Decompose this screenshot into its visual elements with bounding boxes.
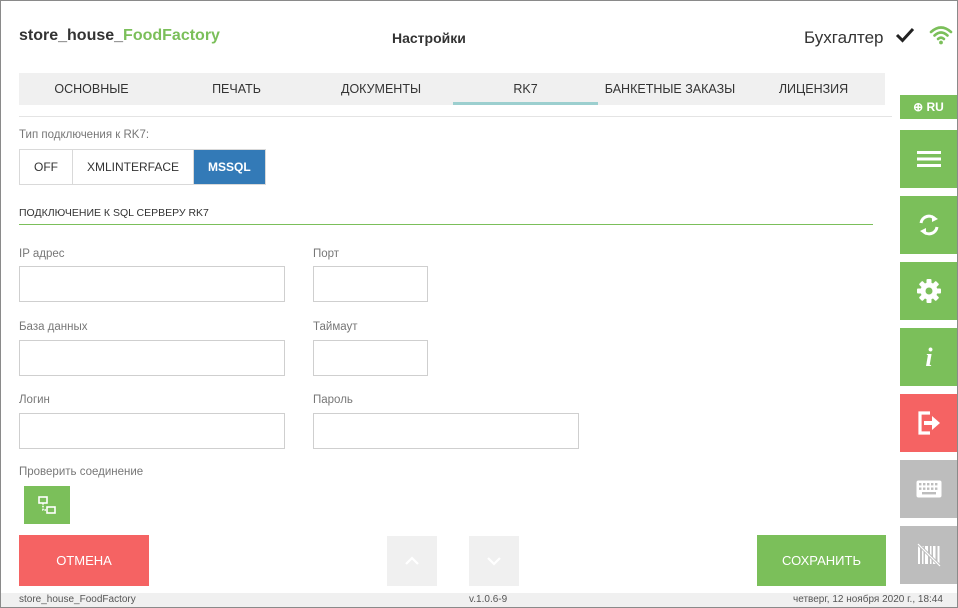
header: store_house_FoodFactory Настройки Бухгал… <box>1 1 957 65</box>
tabs-divider <box>19 116 892 117</box>
ip-address-label: IP адрес <box>19 248 65 260</box>
chevron-up-icon <box>405 556 419 565</box>
check-icon <box>895 27 915 43</box>
password-input[interactable] <box>313 413 579 449</box>
tab-documents[interactable]: ДОКУМЕНТЫ <box>309 73 453 105</box>
footer-app-name: store_house_FoodFactory <box>19 594 136 605</box>
timeout-input[interactable] <box>313 340 428 376</box>
tab-main[interactable]: ОСНОВНЫЕ <box>19 73 164 105</box>
tab-license[interactable]: ЛИЦЕНЗИЯ <box>742 73 885 105</box>
brand-prefix: store_house_ <box>19 27 124 44</box>
cancel-button[interactable]: ОТМЕНА <box>19 535 149 586</box>
keyboard-button[interactable] <box>900 460 957 518</box>
logout-button[interactable] <box>900 394 957 452</box>
login-input[interactable] <box>19 413 285 449</box>
login-label: Логин <box>19 394 50 406</box>
svg-text:i: i <box>925 344 933 370</box>
sync-icon <box>919 214 938 236</box>
section-divider <box>19 224 873 225</box>
sync-button[interactable] <box>900 196 957 254</box>
status-bar: store_house_FoodFactory v.1.0.6-9 четвер… <box>1 593 957 607</box>
app-window: store_house_FoodFactory Настройки Бухгал… <box>0 0 958 608</box>
scroll-up-button[interactable] <box>387 536 437 586</box>
database-input[interactable] <box>19 340 285 376</box>
menu-button[interactable] <box>900 130 957 188</box>
network-icon <box>38 496 56 514</box>
footer-version: v.1.0.6-9 <box>469 594 508 605</box>
brand-accent: FoodFactory <box>123 27 220 44</box>
settings-button[interactable] <box>900 262 957 320</box>
port-label: Порт <box>313 248 340 260</box>
gear-icon <box>916 279 941 303</box>
tab-print[interactable]: ПЕЧАТЬ <box>164 73 309 105</box>
ip-address-input[interactable] <box>19 266 285 302</box>
menu-icon <box>916 151 941 167</box>
timeout-label: Таймаут <box>313 321 358 333</box>
port-input[interactable] <box>313 266 428 302</box>
settings-tabs: ОСНОВНЫЕ ПЕЧАТЬ ДОКУМЕНТЫ RK7 БАНКЕТНЫЕ … <box>19 73 885 105</box>
password-label: Пароль <box>313 394 353 406</box>
scroll-down-button[interactable] <box>469 536 519 586</box>
barcode-button[interactable] <box>900 526 957 584</box>
user-name: Бухгалтер <box>804 28 884 47</box>
info-button[interactable]: i <box>900 328 957 386</box>
info-icon: i <box>925 344 933 370</box>
app-brand: store_house_FoodFactory <box>19 27 220 45</box>
barcode-icon <box>916 543 941 567</box>
check-connection-label: Проверить соединение <box>19 466 144 478</box>
tab-rk7[interactable]: RK7 <box>453 73 598 105</box>
save-button[interactable]: СОХРАНИТЬ <box>757 535 886 586</box>
tab-banquet-orders[interactable]: БАНКЕТНЫЕ ЗАКАЗЫ <box>598 73 742 105</box>
logout-icon <box>917 411 940 435</box>
keyboard-icon <box>916 480 941 498</box>
database-label: База данных <box>19 321 88 333</box>
connection-option-off[interactable]: OFF <box>20 150 73 184</box>
connection-type-label: Тип подключения к RK7: <box>19 129 150 141</box>
check-connection-button[interactable] <box>24 486 70 524</box>
connection-type-selector: OFF XMLINTERFACE MSSQL <box>19 149 266 185</box>
page-title: Настройки <box>392 30 466 46</box>
chevron-down-icon <box>487 557 501 566</box>
language-button[interactable]: ⊕ RU <box>900 95 957 119</box>
footer-datetime: четверг, 12 ноября 2020 г., 18:44 <box>793 594 943 605</box>
section-title: ПОДКЛЮЧЕНИЕ К SQL СЕРВЕРУ RK7 <box>19 207 209 219</box>
connection-option-mssql[interactable]: MSSQL <box>194 150 265 184</box>
wifi-icon <box>929 26 953 45</box>
connection-option-xmlinterface[interactable]: XMLINTERFACE <box>73 150 195 184</box>
